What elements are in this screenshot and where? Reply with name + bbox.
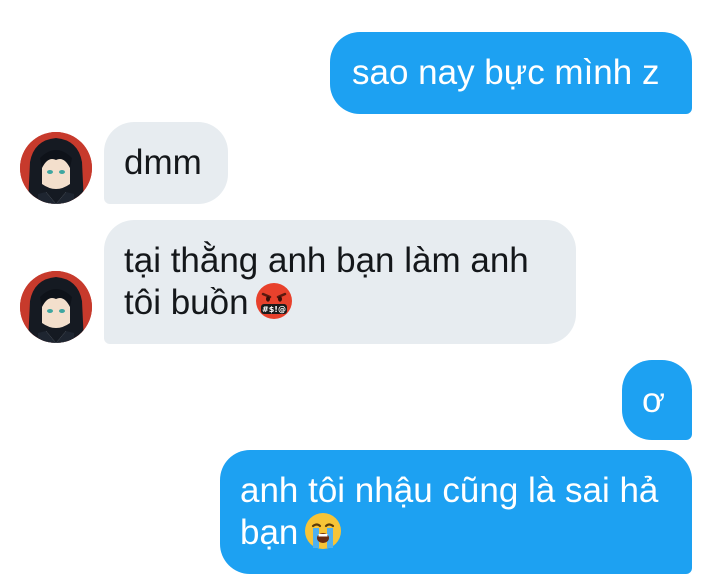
avatar[interactable] [20,271,92,343]
message-incoming[interactable]: tại thằng anh bạn làm anh tôi buồn #$!@ [104,220,576,344]
message-text: bạn [240,513,299,552]
avatar[interactable] [20,132,92,204]
message-text-line: tôi buồn #$!@ [124,282,576,324]
message-outgoing[interactable]: ơ [622,360,692,440]
message-text: tôi buồn [124,283,249,322]
message-text: dmm [124,143,202,182]
message-text-line: anh tôi nhậu cũng là sai hả [240,471,659,510]
avatar-icon [20,271,92,343]
avatar-icon [20,132,92,204]
message-text: ơ [642,381,665,420]
message-text-line: tại thằng anh bạn làm anh [124,241,529,280]
message-outgoing[interactable]: anh tôi nhậu cũng là sai hả bạn [220,450,692,574]
message-text: sao nay bực mình z [352,53,660,92]
message-text-line: bạn [240,512,692,554]
message-incoming[interactable]: dmm [104,122,228,204]
face-with-symbols-on-mouth-icon: #$!@ [255,283,292,319]
svg-text:#$!@: #$!@ [262,305,286,314]
loudly-crying-face-icon [305,513,342,549]
message-outgoing[interactable]: sao nay bực mình z [330,32,692,114]
chat-thread: sao nay bực mình z dmm tại thằng anh bạn… [0,0,715,579]
